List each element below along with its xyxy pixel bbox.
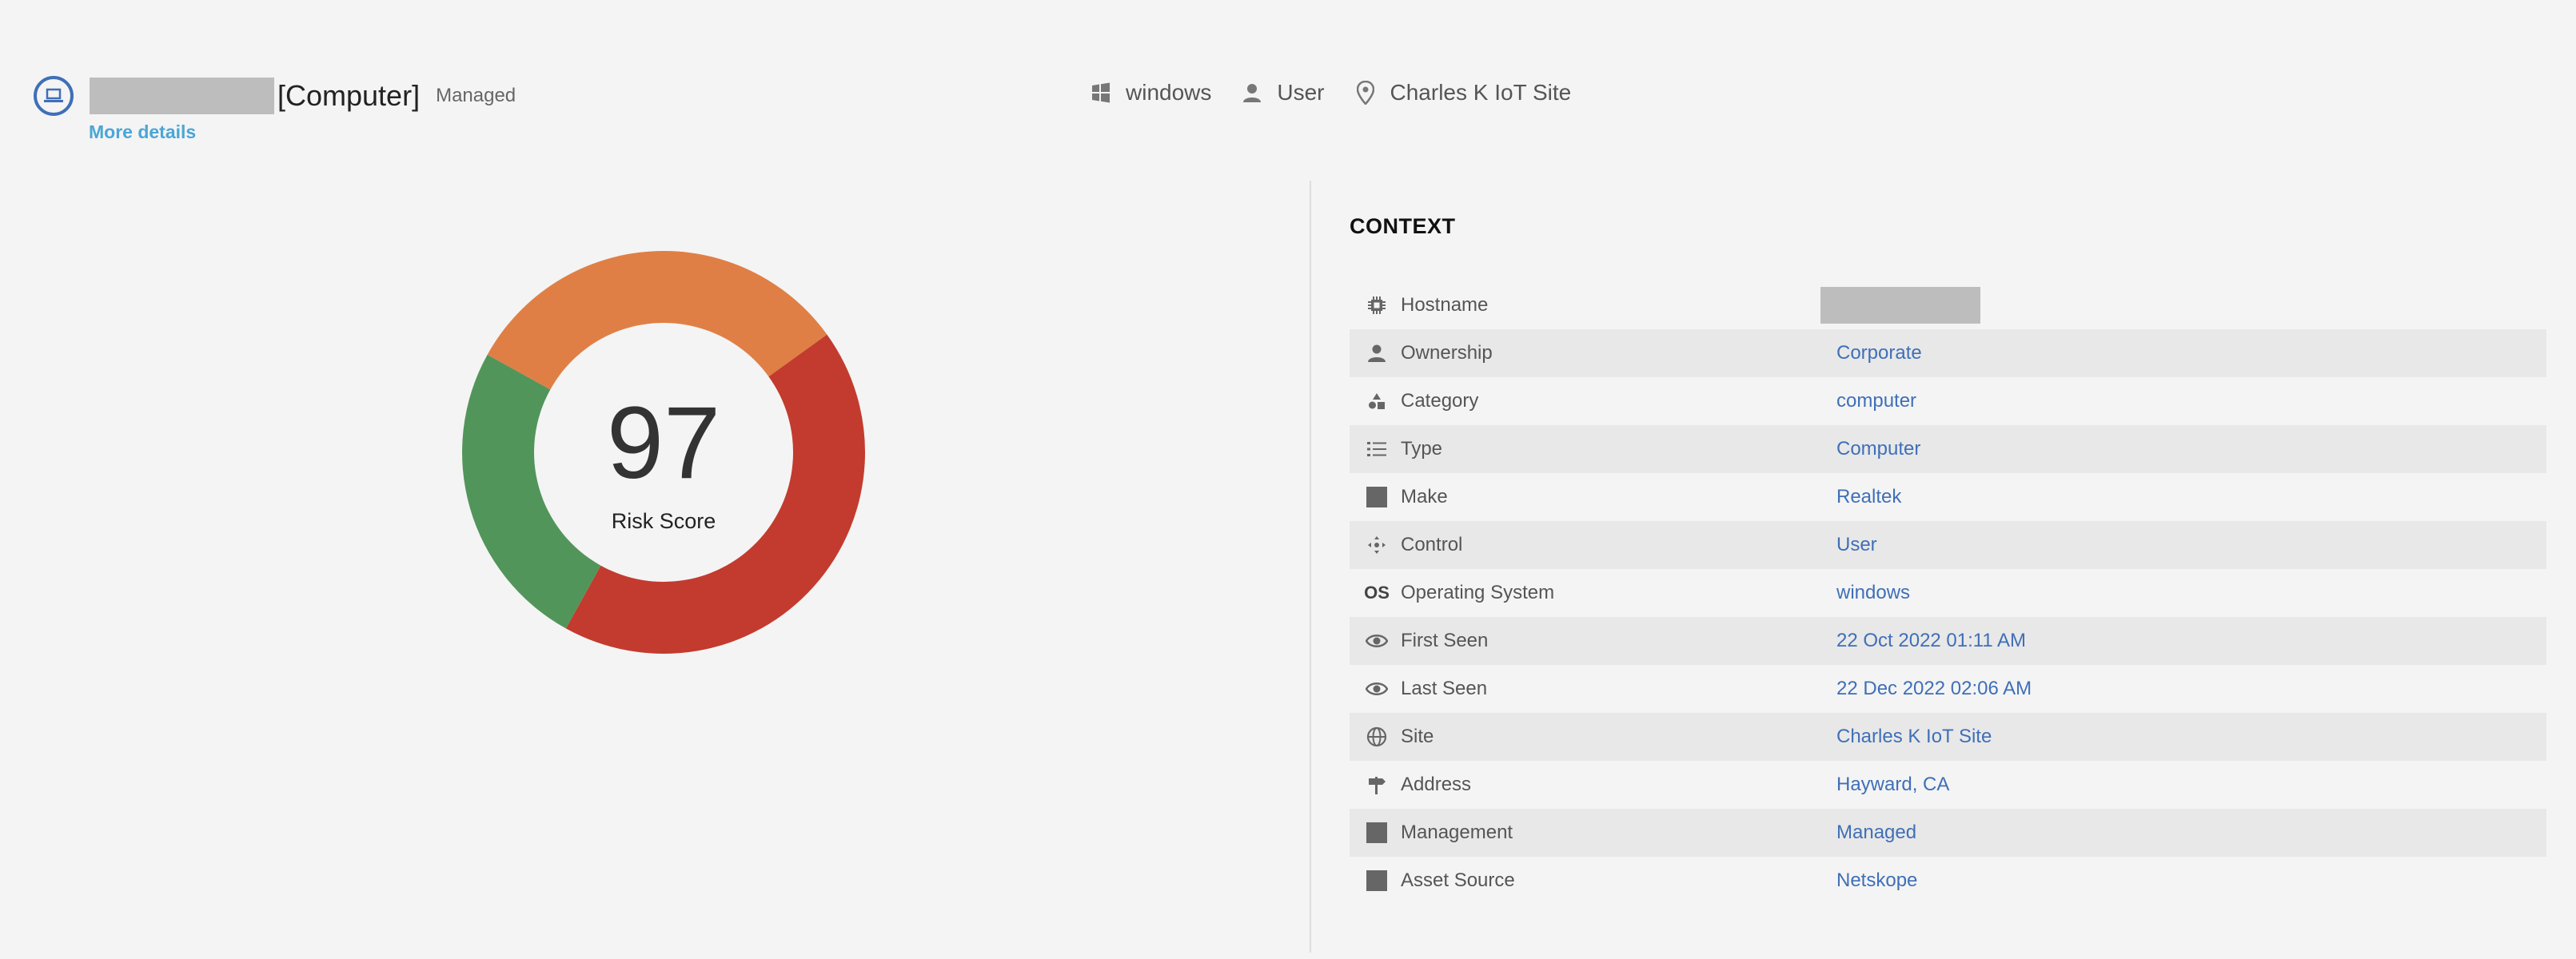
summary-control-label: User <box>1277 80 1325 105</box>
chip-icon <box>1361 293 1393 317</box>
list-icon <box>1361 437 1393 461</box>
context-value[interactable]: Realtek <box>1836 486 1901 508</box>
summary-site-label: Charles K IoT Site <box>1390 80 1572 105</box>
context-value[interactable]: 22 Oct 2022 01:11 AM <box>1836 630 2026 652</box>
context-row-asset-source: Asset Source Netskope <box>1350 857 2546 905</box>
context-row-make: Make Realtek <box>1350 473 2546 521</box>
context-label: First Seen <box>1401 630 1489 651</box>
signpost-icon <box>1361 773 1393 797</box>
context-value[interactable]: Managed <box>1836 822 1916 844</box>
windows-icon <box>1089 81 1113 105</box>
context-label: Make <box>1401 486 1448 507</box>
context-label: Last Seen <box>1401 678 1488 699</box>
context-row-management: Management Managed <box>1350 809 2546 857</box>
managed-tag: Managed <box>436 85 516 106</box>
context-label: Site <box>1401 726 1434 747</box>
context-row-address: Address Hayward, CA <box>1350 761 2546 809</box>
square-icon <box>1361 485 1393 509</box>
context-label: Operating System <box>1401 582 1555 603</box>
context-row-category: Category computer <box>1350 377 2546 425</box>
context-row-last-seen: Last Seen 22 Dec 2022 02:06 AM <box>1350 665 2546 713</box>
context-label: Category <box>1401 390 1479 412</box>
context-label: Control <box>1401 534 1463 555</box>
context-value[interactable]: Netskope <box>1836 869 1917 892</box>
shapes-icon <box>1361 389 1393 413</box>
laptop-icon <box>34 76 74 116</box>
eye-icon <box>1361 629 1393 653</box>
globe-icon <box>1361 725 1393 749</box>
context-row-type: Type Computer <box>1350 425 2546 473</box>
os-icon: OS <box>1361 581 1393 605</box>
device-type: [Computer] <box>277 79 421 112</box>
column-divider <box>1310 181 1311 953</box>
context-label: Hostname <box>1401 294 1489 316</box>
context-title: CONTEXT <box>1350 214 1456 238</box>
context-row-first-seen: First Seen 22 Oct 2022 01:11 AM <box>1350 617 2546 665</box>
context-value[interactable]: 22 Dec 2022 02:06 AM <box>1836 678 2032 700</box>
risk-score-value: 97 <box>606 386 721 500</box>
context-label: Type <box>1401 438 1443 460</box>
context-label: Asset Source <box>1401 869 1515 891</box>
context-row-operating-system: OS Operating System windows <box>1350 569 2546 617</box>
risk-score-label: Risk Score <box>611 509 716 533</box>
summary-os-label: windows <box>1126 80 1212 105</box>
summary-control: User <box>1240 80 1325 105</box>
context-label: Management <box>1401 822 1513 843</box>
eye-icon <box>1361 677 1393 701</box>
summary-bar: windows User Charles K IoT Site <box>1089 77 1600 109</box>
move-icon <box>1361 533 1393 557</box>
context-row-ownership: Ownership Corporate <box>1350 329 2546 377</box>
context-row-site: Site Charles K IoT Site <box>1350 713 2546 761</box>
context-label: Ownership <box>1401 342 1493 364</box>
context-row-hostname: Hostname <box>1350 281 2546 329</box>
person-icon <box>1361 341 1393 365</box>
square-icon <box>1361 869 1393 893</box>
summary-os: windows <box>1089 80 1211 105</box>
context-value[interactable]: Corporate <box>1836 342 1922 364</box>
context-row-control: Control User <box>1350 521 2546 569</box>
context-value[interactable]: computer <box>1836 390 1916 412</box>
user-icon <box>1240 81 1264 105</box>
summary-site: Charles K IoT Site <box>1354 80 1572 105</box>
context-value[interactable]: Charles K IoT Site <box>1836 726 1992 748</box>
device-header: [Computer] Managed <box>34 76 516 116</box>
context-value[interactable]: Hayward, CA <box>1836 774 1949 796</box>
context-value[interactable]: Computer <box>1836 438 1920 460</box>
context-label: Address <box>1401 774 1472 795</box>
context-value[interactable]: User <box>1836 534 1877 556</box>
square-icon <box>1361 821 1393 845</box>
hostname-redacted <box>1820 287 1980 324</box>
context-table: Hostname Ownership Corporate Category comput… <box>1350 281 2546 905</box>
risk-score-donut: 97 Risk Score <box>460 249 867 656</box>
more-details-link[interactable]: More details <box>89 121 196 143</box>
os-icon-text: OS <box>1364 583 1390 603</box>
context-value[interactable]: windows <box>1836 582 1910 604</box>
map-pin-icon <box>1354 81 1378 105</box>
device-name-redacted <box>90 78 274 114</box>
donut-segment-1 <box>487 250 827 390</box>
